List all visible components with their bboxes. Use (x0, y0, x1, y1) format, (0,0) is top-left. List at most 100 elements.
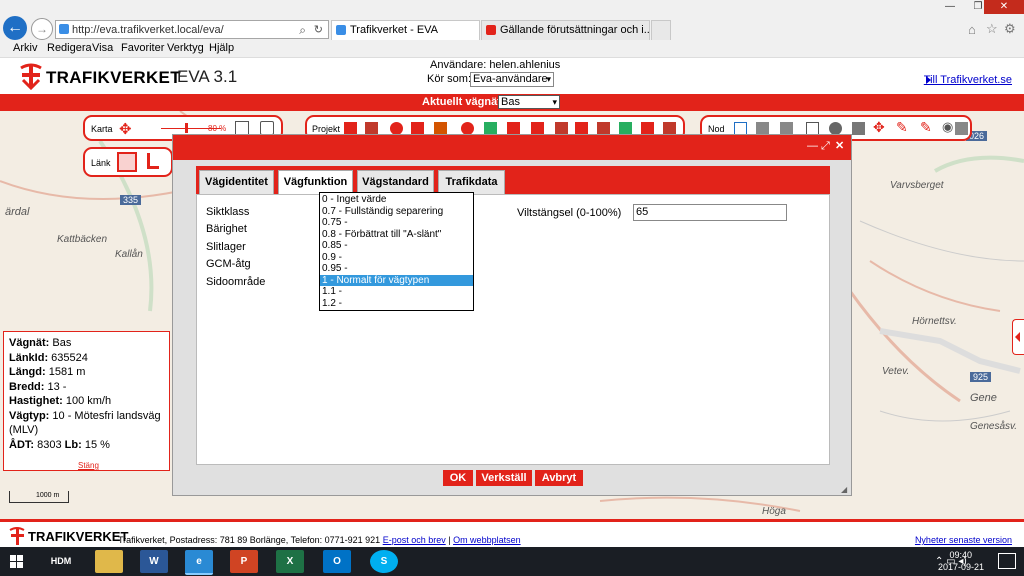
address-bar[interactable]: http://eva.trafikverket.local/eva/ ⌕ ↻ (55, 20, 329, 39)
dropdown-option-selected[interactable]: 1 - Normalt för vägtypen (320, 274, 473, 286)
menu-redigera[interactable]: Redigera (47, 42, 92, 54)
map-label: Varvsberget (890, 180, 944, 191)
menu-verktyg[interactable]: Verktyg (167, 42, 204, 54)
tab-trafikdata[interactable]: Trafikdata (438, 170, 505, 194)
tab-eva[interactable]: Trafikverket - EVA (331, 20, 480, 40)
windows-taskbar: HDM W e P X O S ⌃ ▭ ◂) 09:40 2017-09-21 (0, 547, 1024, 576)
trash-icon[interactable] (955, 122, 968, 135)
node-draw-icon[interactable]: ✎ (920, 119, 932, 136)
dropdown-option[interactable]: 1.2 - (320, 298, 473, 310)
powerpoint-icon[interactable]: P (230, 550, 258, 573)
word-icon[interactable]: W (140, 550, 168, 573)
viltstangsel-input[interactable]: 65 (633, 204, 787, 221)
trafikverket-site-link[interactable]: Till Trafikverket.se (924, 74, 1012, 86)
tab-panel: Siktklass Bärighet Slitlager GCM-åtg Sid… (196, 194, 830, 465)
refresh-icon[interactable]: ↻ (314, 23, 323, 36)
map-label: Gene (970, 392, 997, 404)
tab-label: Gällande förutsättningar och i... (500, 24, 650, 36)
tab-vagfunktion[interactable]: Vägfunktion (278, 170, 353, 194)
network-select-value: Bas (501, 96, 520, 108)
forward-arrow-icon[interactable]: → (31, 18, 53, 40)
app-header: TRAFIKVERKET EVA 3.1 Användare: helen.ah… (0, 58, 1024, 94)
tab-vagidentitet[interactable]: Vägidentitet (199, 170, 274, 194)
hdm-app-icon[interactable]: HDM (48, 550, 74, 573)
cancel-button[interactable]: Avbryt (535, 470, 583, 486)
tab-gallande[interactable]: Gällande förutsättningar och i... (481, 20, 650, 40)
node-draw-icon[interactable]: ✎ (896, 119, 908, 136)
dropdown-option[interactable]: 0.75 - (320, 217, 473, 229)
email-link[interactable]: E-post och brev (383, 535, 446, 545)
menu-favoriter[interactable]: Favoriter (121, 42, 164, 54)
internet-explorer-icon[interactable]: e (185, 550, 213, 575)
ie-tab-icon (336, 25, 346, 35)
role-select-value: Eva-användare (473, 73, 548, 85)
nod-label: Nod (708, 124, 725, 134)
zoom-extent-icon[interactable] (235, 121, 249, 135)
skype-icon[interactable]: S (370, 550, 398, 573)
dialog-minimize-icon[interactable]: — (807, 141, 818, 152)
browser-toolbar: ← → http://eva.trafikverket.local/eva/ ⌕… (0, 0, 1024, 40)
dropdown-option[interactable]: 1.1 - (320, 286, 473, 298)
dropdown-option[interactable]: 0.7 - Fullständig separering (320, 206, 473, 218)
news-link[interactable]: Nyheter senaste version (915, 535, 1012, 545)
dropdown-option[interactable]: 0.95 - (320, 263, 473, 275)
close-window-icon[interactable]: ✕ (984, 0, 1024, 14)
pan-icon[interactable]: ✥ (119, 120, 132, 138)
link-toolbar: Länk (83, 147, 173, 177)
new-tab-button[interactable] (651, 20, 671, 40)
node-view-icon[interactable]: ◉ (942, 119, 953, 135)
windows-start-icon[interactable] (10, 555, 24, 569)
back-arrow-icon[interactable]: ← (3, 16, 27, 40)
dropdown-option[interactable]: 0.9 - (320, 252, 473, 264)
chevron-left-icon (1015, 332, 1020, 342)
network-label: Aktuellt vägnät: (422, 96, 505, 108)
search-icon[interactable]: ⌕ (299, 23, 306, 38)
link-edit-icon[interactable] (147, 153, 159, 169)
side-panel-toggle[interactable] (1012, 319, 1024, 355)
dialog-maximize-icon[interactable]: ⤢ (821, 141, 830, 152)
menu-arkiv[interactable]: Arkiv (13, 42, 37, 54)
info-row: Hastighet: 100 km/h (9, 395, 112, 407)
favorites-star-icon[interactable]: ☆ (986, 21, 998, 37)
file-explorer-icon[interactable] (95, 550, 123, 573)
dropdown-option[interactable]: 0.8 - Förbättrat till "A-slänt" (320, 229, 473, 241)
link-info-panel: Vägnät: Bas LänkId: 635524 Längd: 1581 m… (3, 331, 170, 471)
network-select[interactable]: Bas ▾ (498, 95, 560, 109)
info-row: LänkId: 635524 (9, 351, 88, 364)
map-label: Genesåsv. (970, 421, 1018, 432)
node-tool-icon[interactable] (852, 122, 865, 135)
edit-dialog: — ⤢ ✕ Vägidentitet Vägfunktion Vägstanda… (172, 134, 852, 496)
role-select[interactable]: Eva-användare ▾ (470, 72, 554, 87)
map-label: Hörnettsv. (912, 316, 957, 327)
notifications-icon[interactable] (998, 553, 1016, 569)
excel-icon[interactable]: X (276, 550, 304, 573)
link-select-icon[interactable] (117, 152, 137, 172)
outlook-icon[interactable]: O (323, 550, 351, 573)
dropdown-option[interactable]: 0 - Inget värde (320, 194, 473, 206)
zoom-slider-handle[interactable] (185, 123, 188, 133)
minimize-icon[interactable]: — (936, 0, 964, 14)
close-info-link[interactable]: Stäng (78, 459, 99, 474)
ok-button[interactable]: OK (443, 470, 473, 486)
dropdown-option[interactable]: 0.85 - (320, 240, 473, 252)
info-row: Längd: 1581 m (9, 366, 86, 378)
menu-bar: Arkiv Redigera Visa Favoriter Verktyg Hj… (0, 40, 1024, 58)
menu-hjalp[interactable]: Hjälp (209, 42, 234, 54)
dialog-titlebar[interactable]: — ⤢ ✕ (173, 135, 851, 160)
zoom-box-icon[interactable] (260, 121, 274, 135)
resize-handle-icon[interactable]: ◢ (841, 485, 847, 494)
map-label: Vetev. (882, 366, 910, 377)
menu-visa[interactable]: Visa (92, 42, 113, 54)
tab-vagstandard[interactable]: Vägstandard (357, 170, 434, 194)
apply-button[interactable]: Verkställ (476, 470, 532, 486)
zoom-level: 80 % (208, 124, 227, 133)
node-move-icon[interactable]: ✥ (873, 119, 885, 136)
road-number: 925 (970, 372, 992, 382)
dropdown-list[interactable]: 0 - Inget värde 0.7 - Fullständig separe… (319, 192, 474, 311)
user-label: Användare: helen.ahlenius (430, 59, 561, 71)
settings-gear-icon[interactable]: ⚙ (1004, 21, 1016, 37)
home-icon[interactable]: ⌂ (968, 22, 976, 37)
info-row: ÅDT: 8303 Lb: 15 % (9, 438, 110, 451)
dialog-close-icon[interactable]: ✕ (835, 141, 844, 152)
about-link[interactable]: Om webbplatsen (453, 535, 521, 545)
